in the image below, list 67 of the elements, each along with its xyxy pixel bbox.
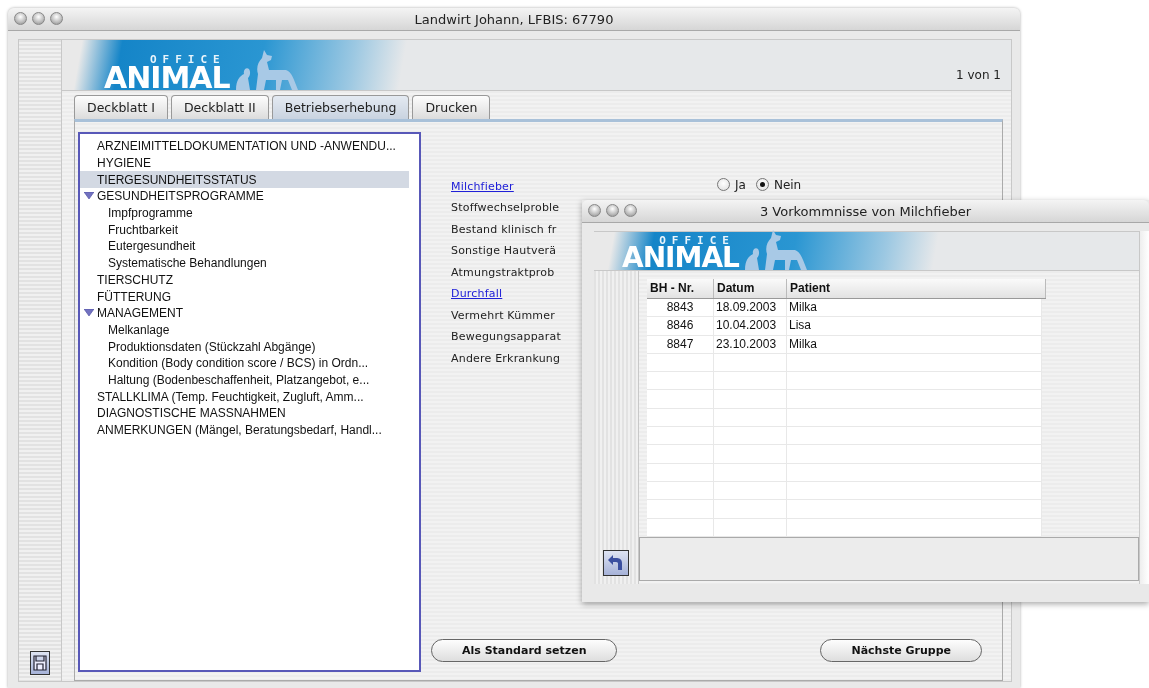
tab[interactable]: Betriebserhebung	[271, 95, 410, 119]
logo-wordmark: ANIMAL	[104, 64, 230, 90]
question-label: Sonstige Hautverä	[451, 244, 557, 258]
tab[interactable]: Deckblatt I	[74, 95, 168, 119]
question-label: Atmungstraktprob	[451, 265, 555, 279]
dog-cat-icon	[742, 230, 807, 270]
expanded-triangle-icon[interactable]	[84, 192, 94, 201]
table-cell: 23.10.2003	[714, 335, 787, 353]
table-cell: 8843	[647, 299, 714, 317]
dialog-title: 3 Vorkommnisse von Milchfieber	[759, 203, 972, 219]
next-group-button[interactable]: Nächste Gruppe	[820, 639, 982, 662]
minimize-button[interactable]	[32, 12, 45, 25]
tree-item[interactable]: Haltung (Bodenbeschaffenheit, Platzangebot, e...	[80, 371, 409, 389]
minimize-button[interactable]	[606, 204, 619, 217]
tree-item[interactable]: ARZNEIMITTELDOKUMENTATION UND -ANWENDU...	[80, 138, 409, 155]
column-header[interactable]: BH - Nr.	[647, 279, 714, 298]
radio-button[interactable]	[755, 178, 769, 192]
close-button[interactable]	[588, 204, 601, 217]
window-title: Landwirt Johann, LFBIS: 67790	[414, 11, 614, 27]
column-header[interactable]: Patient	[787, 279, 1046, 298]
tree-item[interactable]: Systematische Behandlungen	[80, 254, 409, 272]
table-cell: Milka	[787, 335, 1042, 353]
save-button[interactable]	[30, 651, 50, 675]
question-link[interactable]: Durchfall	[451, 287, 503, 301]
table-cell: 10.04.2003	[714, 317, 787, 335]
radio-label: Ja	[735, 177, 746, 192]
question-label: Bewegungsapparat	[451, 330, 561, 344]
question-label: Bestand klinisch fr	[451, 222, 557, 236]
zoom-button[interactable]	[624, 204, 637, 217]
table-cell: Milka	[787, 299, 1042, 317]
radio-label: Nein	[773, 177, 802, 192]
table-cell: 8846	[647, 317, 714, 335]
column-header[interactable]: Datum	[714, 279, 787, 298]
table-cell: 8847	[647, 335, 714, 353]
page-indicator: 1 von 1	[956, 68, 1001, 82]
close-button[interactable]	[14, 12, 27, 25]
tree-item[interactable]: TIERSCHUTZ	[80, 271, 409, 289]
tree-item[interactable]: Produktionsdaten (Stückzahl Abgänge)	[80, 338, 409, 355]
zoom-button[interactable]	[50, 12, 63, 25]
radio-button[interactable]	[717, 178, 730, 192]
expanded-triangle-icon[interactable]	[84, 308, 94, 317]
logo-subtitle: OFFICE	[149, 53, 226, 65]
tree-item[interactable]: TIERGESUNDHEITSSTATUS	[80, 171, 409, 189]
table-cell: Lisa	[787, 317, 1042, 335]
question-label: Vermehrt Kümmer	[451, 308, 555, 322]
back-button[interactable]	[603, 550, 629, 576]
table-cell: 18.09.2003	[714, 299, 787, 317]
back-arrow-icon	[607, 554, 625, 572]
tree-item[interactable]: HYGIENE	[80, 154, 409, 172]
tree-item[interactable]: Kondition (Body condition score / BCS) in Ordn...	[80, 354, 409, 372]
tree-item[interactable]: GESUNDHEITSPROGRAMME	[80, 188, 409, 205]
tree-item[interactable]: DIAGNOSTISCHE MASSNAHMEN	[80, 405, 409, 422]
dog-cat-icon	[233, 50, 298, 90]
tree-item[interactable]: FÜTTERUNG	[80, 288, 409, 305]
tree-item[interactable]: ANMERKUNGEN (Mängel, Beratungsbedarf, Handl...	[80, 421, 409, 439]
tree-item[interactable]: STALLKLIMA (Temp. Feuchtigkeit, Zugluft, Amm...	[80, 388, 409, 405]
tree-item[interactable]: Melkanlage	[80, 321, 409, 339]
tree-item[interactable]: MANAGEMENT	[80, 304, 409, 322]
tree-item[interactable]: Impfprogramme	[80, 204, 409, 222]
tab[interactable]: Drucken	[412, 95, 491, 119]
question-label: Stoffwechselproble	[451, 201, 560, 215]
question-label: Andere Erkrankung	[451, 351, 561, 365]
set-default-button[interactable]: Als Standard setzen	[431, 639, 618, 662]
tab[interactable]: Deckblatt II	[170, 95, 269, 119]
question-link[interactable]: Milchfieber	[451, 179, 514, 193]
tree-item[interactable]: Eutergesundheit	[80, 238, 409, 255]
tree-item[interactable]: Fruchtbarkeit	[80, 221, 409, 239]
